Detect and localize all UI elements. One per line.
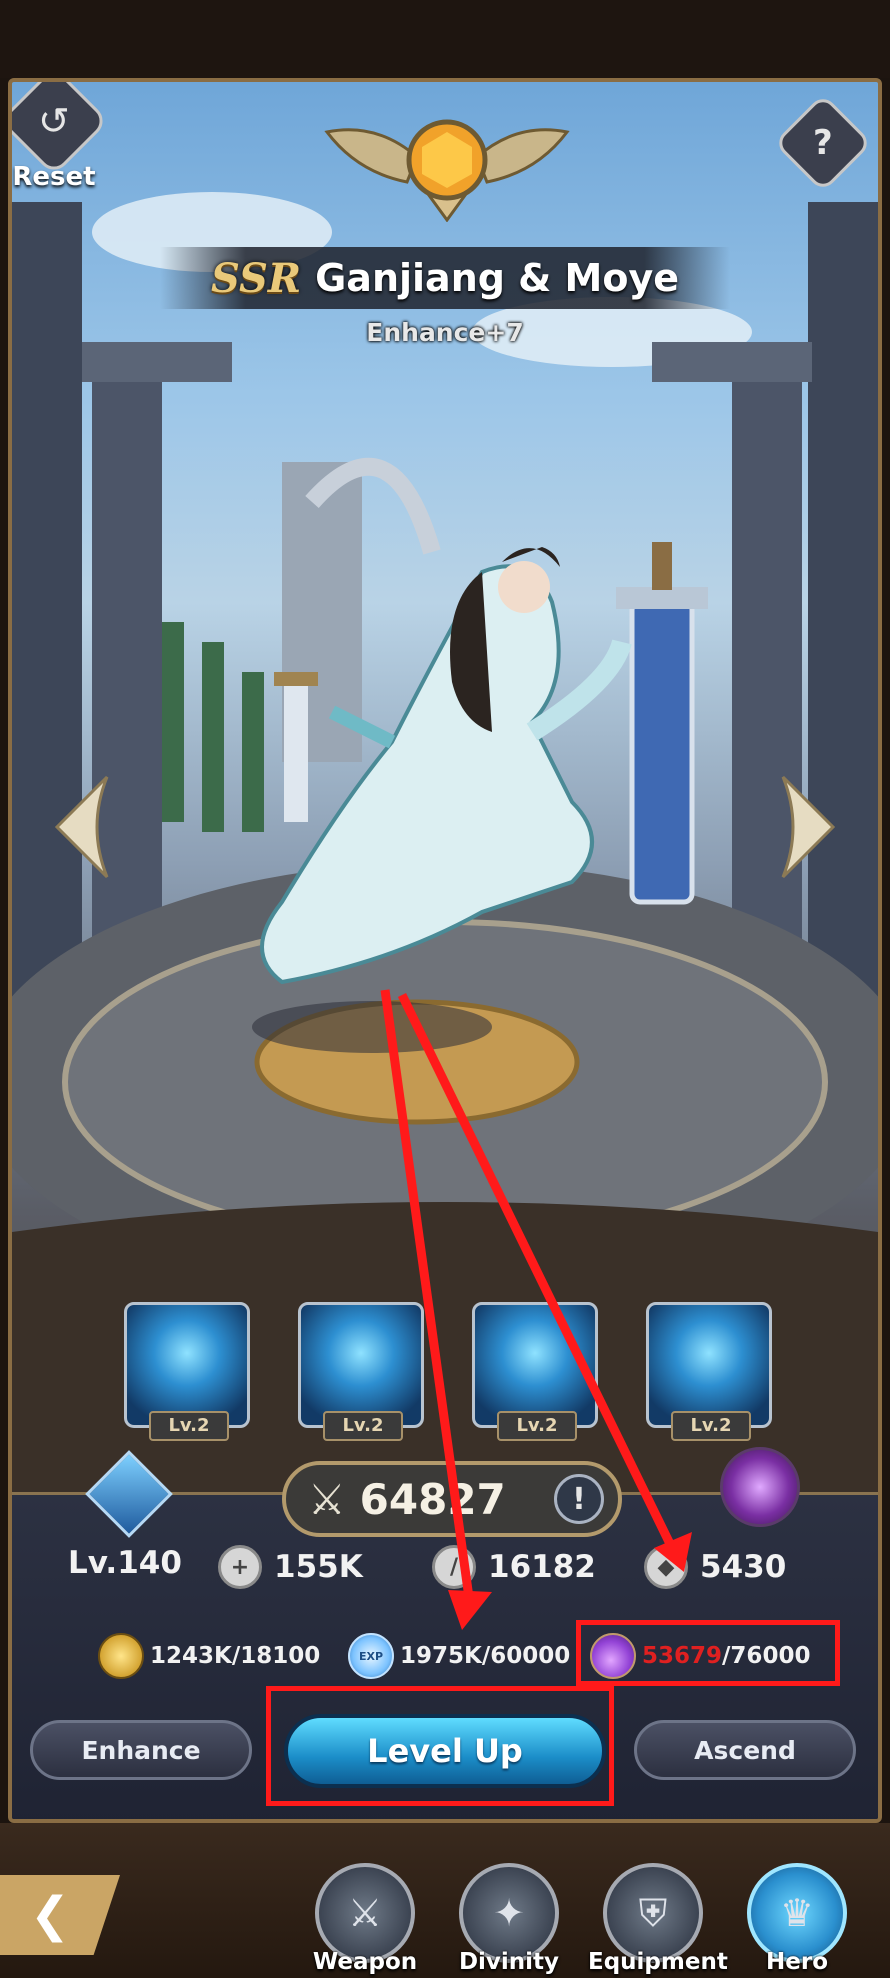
power-info-button[interactable]: ! <box>554 1474 604 1524</box>
back-arrow-icon: ❮ <box>29 1887 71 1943</box>
hero-detail-frame: ↺ Reset ? SSR Ganjiang & Moye Enhance+7 … <box>8 78 882 1823</box>
top-status-bar <box>0 0 890 78</box>
enhance-level: Enhance+7 <box>366 318 524 347</box>
exp-cost: EXP 1975K/60000 <box>348 1633 570 1679</box>
annotation-box-level-up <box>266 1686 614 1806</box>
previous-hero-arrow[interactable] <box>52 772 112 882</box>
gold-coin-icon <box>98 1633 144 1679</box>
bottom-navigation: ❮ ⚔ Weapon ✦ Divinity ⛨ Equipment ♛ Hero <box>0 1823 890 1978</box>
hero-level: Lv.140 <box>68 1545 182 1581</box>
hero-level-value: Lv.140 <box>68 1545 182 1581</box>
skill-slot-3[interactable]: Lv.2 <box>472 1302 598 1441</box>
skill-level: Lv.2 <box>323 1411 403 1441</box>
hp-stat: + 155K <box>218 1545 363 1589</box>
nav-weapon-label: Weapon <box>312 1949 418 1975</box>
annotation-box-potion <box>576 1620 840 1686</box>
reset-icon: ↺ <box>38 99 70 143</box>
exp-icon: EXP <box>348 1633 394 1679</box>
defense-stat: ◆ 5430 <box>644 1545 786 1589</box>
hp-icon: + <box>218 1545 262 1589</box>
combat-power-box: ⚔ 64827 ! <box>282 1461 622 1537</box>
exp-cost-value: 1975K/60000 <box>400 1643 571 1669</box>
attack-stat: / 16182 <box>432 1545 596 1589</box>
nav-hero-label: Hero <box>766 1949 828 1975</box>
skill-level: Lv.2 <box>149 1411 229 1441</box>
shield-icon: ◆ <box>644 1545 688 1589</box>
nav-hero[interactable]: ♛ Hero <box>742 1863 852 1975</box>
skill-slot-2[interactable]: Lv.2 <box>298 1302 424 1441</box>
skill-list: Lv.2 Lv.2 Lv.2 Lv.2 <box>12 1302 878 1452</box>
hero-name: Ganjiang & Moye <box>315 256 680 300</box>
skill-level: Lv.2 <box>497 1411 577 1441</box>
nav-equipment-label: Equipment <box>588 1949 728 1975</box>
nav-divinity-label: Divinity <box>458 1949 560 1975</box>
help-icon: ? <box>813 122 833 163</box>
skill-slot-1[interactable]: Lv.2 <box>124 1302 250 1441</box>
skill-level: Lv.2 <box>671 1411 751 1441</box>
hp-value: 155K <box>274 1549 363 1585</box>
equipment-icon: ⛨ <box>603 1863 703 1963</box>
defense-value: 5430 <box>700 1549 787 1585</box>
gold-cost-value: 1243K/18100 <box>150 1643 321 1669</box>
enhance-button[interactable]: Enhance <box>30 1720 252 1780</box>
gold-cost: 1243K/18100 <box>98 1633 320 1679</box>
attack-icon: / <box>432 1545 476 1589</box>
back-button[interactable]: ❮ <box>0 1875 120 1955</box>
weapon-icon: ⚔ <box>315 1863 415 1963</box>
rank-emblem-icon <box>324 119 570 222</box>
skill-slot-4[interactable]: Lv.2 <box>646 1302 772 1441</box>
rarity-badge: SSR <box>210 254 302 302</box>
nav-divinity[interactable]: ✦ Divinity <box>454 1863 564 1975</box>
next-hero-arrow[interactable] <box>778 772 838 882</box>
nav-weapon[interactable]: ⚔ Weapon <box>310 1863 420 1975</box>
hero-faction-icon[interactable] <box>720 1447 800 1527</box>
ascend-button[interactable]: Ascend <box>634 1720 856 1780</box>
combat-power-value: 64827 <box>359 1474 506 1524</box>
nav-equipment[interactable]: ⛨ Equipment <box>588 1863 728 1975</box>
stat-row: Lv.140 + 155K / 16182 ◆ 5430 <box>12 1545 878 1595</box>
attack-value: 16182 <box>488 1549 596 1585</box>
divinity-icon: ✦ <box>459 1863 559 1963</box>
hero-name-bar: SSR Ganjiang & Moye <box>160 247 730 309</box>
hero-icon: ♛ <box>747 1863 847 1963</box>
crossed-swords-icon: ⚔ <box>308 1474 346 1524</box>
